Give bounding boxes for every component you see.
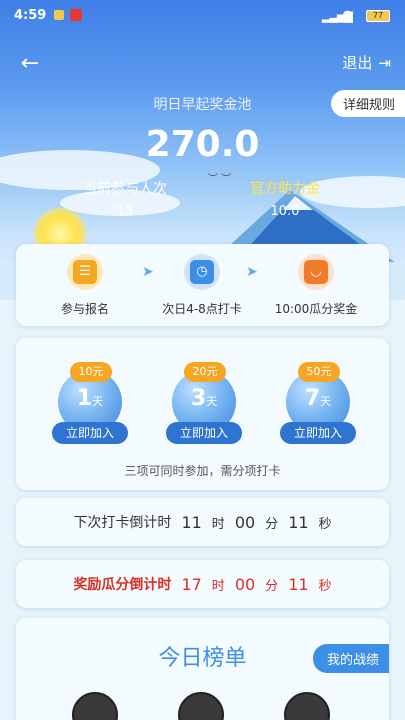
countdown-unit: 时	[211, 516, 225, 532]
avatar[interactable]	[72, 692, 118, 720]
plan-price: 50元	[298, 362, 340, 382]
status-bar: 4:59 ▂▃▅▇ ◔ 77	[0, 0, 405, 34]
logout-icon: ⇥	[378, 53, 391, 72]
countdown-label: 下次打卡倒计时	[73, 515, 172, 531]
countdown-hours: 17	[181, 574, 202, 594]
rules-button[interactable]: 详细规则	[330, 90, 405, 117]
plan-price: 20元	[184, 362, 226, 382]
plan-7-day: 50元 7天 立即加入	[280, 362, 356, 444]
my-record-button[interactable]: 我的战绩	[312, 644, 389, 673]
plan-1-day: 10元 1天 立即加入	[52, 362, 128, 444]
wifi-icon: ◔	[342, 8, 354, 23]
official-fund-stat: 官方助力金 10.0	[230, 178, 340, 219]
clock-icon: ◷	[190, 260, 214, 284]
plan-days: 7天	[304, 386, 332, 411]
back-arrow-icon[interactable]: ←	[16, 50, 44, 78]
join-button[interactable]: 立即加入	[280, 422, 356, 444]
plan-days: 1天	[76, 386, 104, 411]
steps-card: ☰ 参与报名 ➤ ◷ 次日4-8点打卡 ➤ ◡ 10:00瓜分奖金	[16, 244, 389, 326]
countdown-unit: 秒	[318, 516, 332, 532]
participants-label: 当前参与人次	[83, 181, 167, 197]
step-label: 次日4-8点打卡	[162, 302, 242, 316]
step-checkin: ◷ 次日4-8点打卡	[147, 254, 257, 317]
official-fund-value: 10.0	[270, 204, 300, 219]
wallet-icon: ◡	[304, 260, 328, 284]
plan-price: 10元	[70, 362, 112, 382]
participants-value: 13	[116, 204, 134, 219]
plan-3-day: 20元 3天 立即加入	[166, 362, 242, 444]
join-button[interactable]: 立即加入	[166, 422, 242, 444]
birds-icon: ︶ ︶	[208, 174, 232, 185]
app-notification-icon	[70, 9, 82, 21]
checkin-countdown: 下次打卡倒计时 11 时 00 分 11 秒	[16, 498, 389, 546]
countdown-unit: 秒	[318, 578, 332, 594]
countdown-unit: 分	[265, 578, 279, 594]
battery-icon: 77	[366, 10, 390, 22]
official-fund-label: 官方助力金	[250, 181, 320, 197]
pool-amount: 270.0	[145, 124, 260, 165]
avatar[interactable]	[178, 692, 224, 720]
logout-button[interactable]: 退出 ⇥	[342, 52, 391, 73]
step-label: 参与报名	[60, 302, 109, 316]
arrow-right-icon: ➤	[246, 264, 258, 280]
notification-icon	[54, 10, 64, 20]
countdown-seconds: 11	[288, 512, 309, 532]
calendar-icon: ☰	[73, 260, 97, 284]
logout-label: 退出	[342, 54, 373, 72]
participants-stat: 当前参与人次 13	[70, 178, 180, 219]
countdown-minutes: 00	[234, 512, 256, 532]
step-reward: ◡ 10:00瓜分奖金	[261, 254, 371, 317]
plans-card: 10元 1天 立即加入 20元 3天 立即加入 50元 7天 立即加入 三项可同…	[16, 338, 389, 490]
step-signup: ☰ 参与报名	[30, 254, 140, 317]
countdown-unit: 时	[211, 578, 225, 594]
avatar[interactable]	[284, 692, 330, 720]
status-time: 4:59	[14, 8, 47, 23]
countdown-minutes: 00	[234, 574, 256, 594]
join-button[interactable]: 立即加入	[52, 422, 128, 444]
countdown-label: 奖励瓜分倒计时	[73, 577, 172, 593]
plans-note: 三项可同时参加，需分项打卡	[124, 464, 281, 478]
plan-days: 3天	[190, 386, 218, 411]
countdown-unit: 分	[265, 516, 279, 532]
ranking-card: 今日榜单 我的战绩	[16, 618, 389, 720]
countdown-hours: 11	[181, 512, 202, 532]
step-label: 10:00瓜分奖金	[274, 302, 358, 316]
reward-countdown: 奖励瓜分倒计时 17 时 00 分 11 秒	[16, 560, 389, 608]
countdown-seconds: 11	[288, 574, 309, 594]
